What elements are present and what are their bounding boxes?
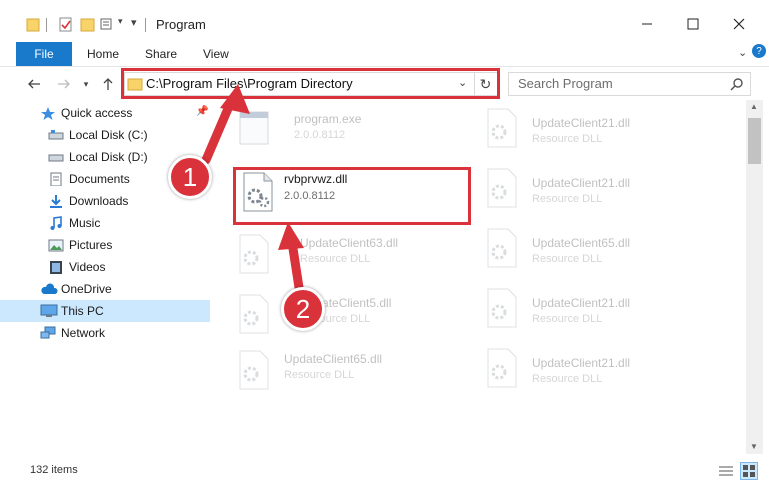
annotation-arrows xyxy=(201,84,305,299)
step-badge-2: 2 xyxy=(281,287,325,331)
arrow-1-shaft xyxy=(201,99,235,165)
arrow-2-head xyxy=(278,222,304,250)
arrow-2-shaft xyxy=(287,237,305,299)
step-badge-1: 1 xyxy=(168,155,212,199)
